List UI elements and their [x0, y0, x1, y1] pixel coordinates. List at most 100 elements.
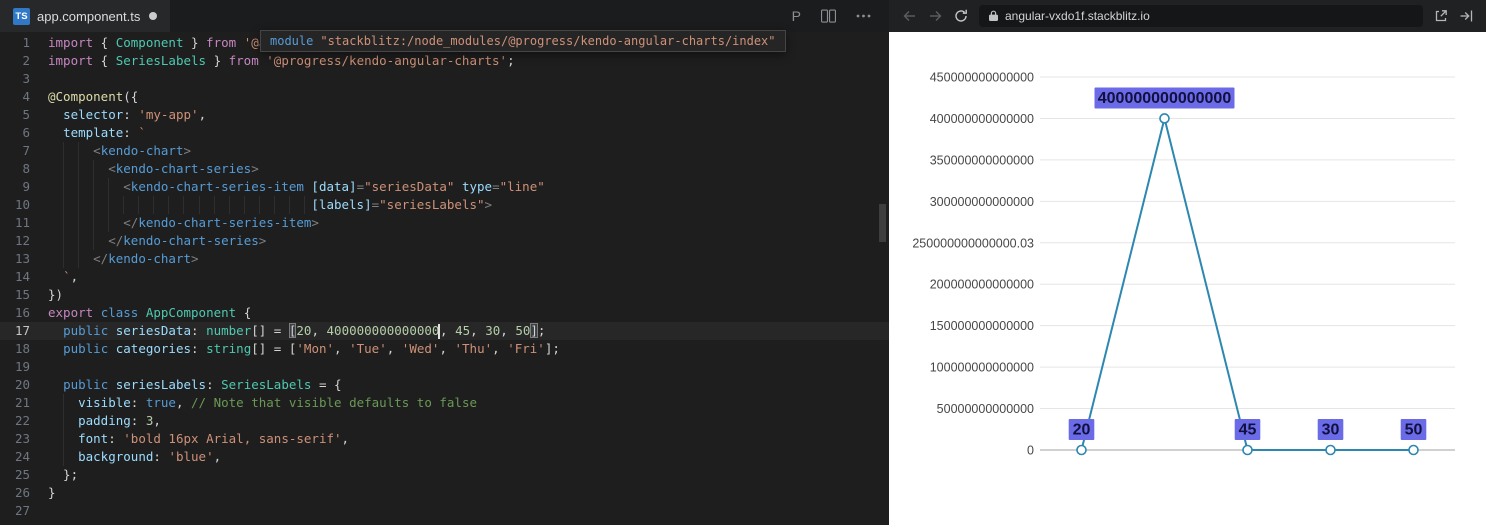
typescript-file-icon: TS	[13, 7, 30, 25]
code-line[interactable]: 19	[0, 358, 889, 376]
line-number: 12	[14, 233, 30, 248]
indent-guide	[63, 214, 65, 232]
code-editor[interactable]: 1 import { Component } from '@a 2 import { …	[0, 32, 889, 525]
code-line[interactable]: 20 public seriesLabels: SeriesLabels = {	[0, 376, 889, 394]
indent-guide	[273, 196, 275, 214]
indent-guide	[93, 214, 95, 232]
code-line[interactable]: 15})	[0, 286, 889, 304]
lock-icon	[989, 10, 998, 22]
code-text: })	[48, 287, 64, 302]
line-number: 19	[14, 359, 30, 374]
indent-guide	[63, 412, 65, 430]
line-number: 7	[22, 143, 30, 158]
y-tick-label: 350000000000000	[930, 153, 1034, 167]
back-icon[interactable]	[902, 9, 917, 23]
code-line[interactable]: 8 <kendo-chart-series>	[0, 160, 889, 178]
indent-guide	[108, 214, 110, 232]
code-line[interactable]: 11 </kendo-chart-series-item>	[0, 214, 889, 232]
code-line[interactable]: 27	[0, 502, 889, 520]
indent-guide	[108, 196, 110, 214]
indent-guide	[63, 178, 65, 196]
code-line[interactable]: 17 public seriesData: number[] = [20, 40…	[0, 322, 889, 340]
y-tick-label: 250000000000000.03	[912, 236, 1034, 250]
indent-guide	[78, 142, 80, 160]
forward-icon[interactable]	[928, 9, 943, 23]
code-text: selector: 'my-app',	[63, 107, 207, 122]
code-line[interactable]: 4 @Component({	[0, 88, 889, 106]
tab-app-component-ts[interactable]: TS app.component.ts	[0, 0, 171, 32]
code-text: template: `	[63, 125, 146, 140]
code-line[interactable]: 3	[0, 70, 889, 88]
indent-guide	[78, 160, 80, 178]
url-bar[interactable]: angular-vxdo1f.stackblitz.io	[979, 5, 1423, 27]
indent-guide	[198, 196, 200, 214]
indent-guide	[78, 214, 80, 232]
split-editor-icon[interactable]	[821, 9, 836, 23]
indent-guide	[183, 196, 185, 214]
line-number: 6	[22, 125, 30, 140]
url-text: angular-vxdo1f.stackblitz.io	[1005, 9, 1150, 23]
indent-guide	[78, 178, 80, 196]
code-line[interactable]: 7 <kendo-chart>	[0, 142, 889, 160]
code-text: `,	[63, 269, 79, 284]
module-tooltip: module "stackblitz:/node_modules/@progres…	[260, 30, 786, 52]
svg-text:50: 50	[1405, 422, 1423, 439]
code-line[interactable]: 26}	[0, 484, 889, 502]
code-text: [labels]="seriesLabels">	[30, 196, 492, 214]
series-point-marker[interactable]	[1242, 444, 1253, 456]
indent-guide	[228, 196, 230, 214]
editor-actions: P	[792, 8, 889, 24]
indent-guide	[168, 196, 170, 214]
code-text: import { SeriesLabels } from '@progress/…	[48, 53, 515, 68]
line-number: 27	[14, 503, 30, 518]
indent-guide	[63, 430, 65, 448]
indent-guide	[243, 196, 245, 214]
line-number: 11	[14, 215, 30, 230]
series-point-marker[interactable]	[1408, 444, 1419, 456]
code-line[interactable]: 21 visible: true, // Note that visible d…	[0, 394, 889, 412]
code-text: public seriesLabels: SeriesLabels = {	[63, 377, 342, 392]
code-line[interactable]: 13 </kendo-chart>	[0, 250, 889, 268]
refresh-icon[interactable]	[954, 9, 968, 23]
code-line[interactable]: 10 [labels]="seriesLabels">	[0, 196, 889, 214]
svg-text:20: 20	[1073, 422, 1091, 439]
open-in-new-window-icon[interactable]	[1434, 9, 1448, 23]
topbar: TS app.component.ts P angular-vxdo1f.sta…	[0, 0, 1486, 32]
indent-guide	[213, 196, 215, 214]
code-line[interactable]: 9 <kendo-chart-series-item [data]="serie…	[0, 178, 889, 196]
code-line[interactable]: 5 selector: 'my-app',	[0, 106, 889, 124]
scrollbar-marker[interactable]	[879, 204, 886, 242]
series-point-marker[interactable]	[1159, 113, 1170, 124]
more-actions-icon[interactable]	[856, 14, 871, 18]
code-text: <kendo-chart-series-item [data]="seriesD…	[30, 178, 545, 196]
line-number: 16	[14, 305, 30, 320]
code-line[interactable]: 25 };	[0, 466, 889, 484]
indent-guide	[93, 160, 95, 178]
code-text: };	[48, 467, 79, 482]
code-line[interactable]: 6 template: `	[0, 124, 889, 142]
line-number: 23	[14, 431, 30, 446]
code-text: font: 'bold 16px Arial, sans-serif',	[30, 430, 349, 448]
prettier-icon[interactable]: P	[792, 8, 801, 24]
indent-guide	[93, 232, 95, 250]
tooltip-path: "stackblitz:/node_modules/@progress/kend…	[320, 34, 776, 48]
line-number: 18	[14, 341, 30, 356]
code-line[interactable]: 23 font: 'bold 16px Arial, sans-serif',	[0, 430, 889, 448]
code-line[interactable]: 18 public categories: string[] = ['Mon',…	[0, 340, 889, 358]
code-line[interactable]: 12 </kendo-chart-series>	[0, 232, 889, 250]
series-point-marker[interactable]	[1325, 444, 1336, 456]
code-line[interactable]: 16 export class AppComponent {	[0, 304, 889, 322]
line-number: 20	[14, 377, 30, 392]
code-line[interactable]: 2 import { SeriesLabels } from '@progress…	[0, 52, 889, 70]
indent-guide	[258, 196, 260, 214]
code-line[interactable]: 14 `,	[0, 268, 889, 286]
indent-guide	[288, 196, 290, 214]
series-point-marker[interactable]	[1076, 444, 1087, 456]
code-text: visible: true, // Note that visible defa…	[30, 394, 477, 412]
collapse-preview-icon[interactable]	[1459, 9, 1473, 23]
series-point-label: 30	[1317, 419, 1344, 440]
code-line[interactable]: 22 padding: 3,	[0, 412, 889, 430]
line-number: 15	[14, 287, 30, 302]
code-line[interactable]: 24 background: 'blue',	[0, 448, 889, 466]
